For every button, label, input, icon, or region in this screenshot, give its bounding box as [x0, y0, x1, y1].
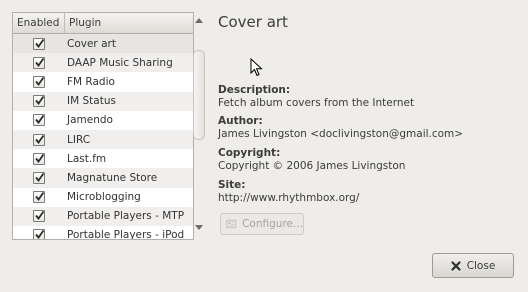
list-item[interactable]: LIRC [13, 129, 193, 150]
plugin-name: DAAP Music Sharing [67, 56, 173, 69]
list-item[interactable]: Last.fm [13, 149, 193, 168]
checkmark-icon [34, 57, 44, 67]
enabled-cell [13, 152, 64, 165]
checkmark-icon [34, 38, 44, 48]
list-item[interactable]: Jamendo [13, 111, 193, 130]
scroll-up-arrow-icon[interactable] [195, 18, 203, 23]
description-value: Fetch album covers from the Internet [218, 97, 415, 109]
enabled-cell [13, 114, 64, 127]
configure-icon [226, 219, 237, 229]
enabled-cell [13, 56, 64, 69]
close-label: Close [466, 259, 496, 272]
checkmark-icon [34, 192, 44, 202]
site-value[interactable]: http://www.rhythmbox.org/ [218, 192, 359, 204]
list-scrollbar[interactable] [193, 12, 205, 238]
list-item[interactable]: Cover art [13, 34, 193, 54]
plugin-name: IM Status [67, 95, 116, 108]
close-button[interactable]: Close [432, 253, 514, 278]
mouse-pointer-icon [250, 58, 263, 77]
list-item[interactable]: Magnatune Store [13, 168, 193, 188]
enabled-checkbox[interactable] [32, 37, 45, 50]
checkmark-icon [34, 96, 44, 106]
scroll-down-arrow-icon[interactable] [195, 225, 203, 230]
enabled-checkbox[interactable] [32, 133, 45, 146]
enabled-checkbox[interactable] [32, 75, 45, 88]
configure-button[interactable]: Configure... [220, 213, 304, 235]
enabled-cell [13, 229, 64, 239]
author-value: James Livingston <doclivingston@gmail.co… [218, 128, 464, 140]
enabled-cell [13, 95, 64, 108]
list-item[interactable]: IM Status [13, 91, 193, 111]
enabled-cell [13, 75, 64, 88]
list-item[interactable]: Portable Players - iPod [13, 226, 193, 240]
list-item[interactable]: FM Radio [13, 72, 193, 91]
plugin-name: FM Radio [67, 75, 115, 88]
plugin-list[interactable]: Enabled Plugin Cover art DAAP Music Shari… [12, 12, 194, 240]
list-item[interactable]: Portable Players - MTP [13, 206, 193, 226]
scrollbar-thumb[interactable] [193, 50, 205, 140]
enabled-cell [13, 133, 64, 146]
enabled-checkbox[interactable] [32, 229, 45, 239]
copyright-label: Copyright: [218, 147, 281, 159]
enabled-checkbox[interactable] [32, 191, 45, 204]
list-item[interactable]: DAAP Music Sharing [13, 53, 193, 73]
enabled-cell [13, 171, 64, 184]
close-icon [451, 260, 461, 271]
plugin-name: LIRC [67, 133, 91, 146]
plugin-name: Portable Players - iPod [67, 229, 185, 240]
checkmark-icon [34, 76, 44, 86]
checkmark-icon [34, 134, 44, 144]
checkmark-icon [34, 211, 44, 221]
configure-label: Configure... [242, 218, 303, 230]
plugin-name: Cover art [67, 37, 116, 50]
plugin-title: Cover art [218, 13, 288, 31]
enabled-checkbox[interactable] [32, 114, 45, 127]
enabled-checkbox[interactable] [32, 152, 45, 165]
enabled-cell [13, 37, 64, 50]
enabled-checkbox[interactable] [32, 210, 45, 223]
plugin-rows: Cover art DAAP Music Sharing FM Radio IM St… [13, 34, 193, 240]
plugin-name: Magnatune Store [67, 171, 158, 184]
enabled-checkbox[interactable] [32, 95, 45, 108]
site-label: Site: [218, 179, 246, 191]
checkmark-icon [34, 115, 44, 125]
enabled-checkbox[interactable] [32, 171, 45, 184]
plugin-name: Last.fm [67, 152, 107, 165]
enabled-checkbox[interactable] [32, 56, 45, 69]
checkmark-icon [34, 172, 44, 182]
plugin-name: Microblogging [67, 191, 141, 204]
checkmark-icon [34, 230, 44, 239]
plugin-name: Portable Players - MTP [67, 210, 185, 223]
copyright-value: Copyright © 2006 James Livingston [218, 160, 406, 172]
description-label: Description: [218, 84, 291, 96]
plugin-name: Jamendo [67, 114, 113, 127]
column-header-enabled[interactable]: Enabled [13, 13, 65, 33]
enabled-cell [13, 191, 64, 204]
checkmark-icon [34, 153, 44, 163]
enabled-cell [13, 210, 64, 223]
author-label: Author: [218, 115, 263, 127]
list-header: Enabled Plugin [13, 13, 193, 34]
list-item[interactable]: Microblogging [13, 188, 193, 207]
column-header-plugin[interactable]: Plugin [65, 13, 101, 33]
